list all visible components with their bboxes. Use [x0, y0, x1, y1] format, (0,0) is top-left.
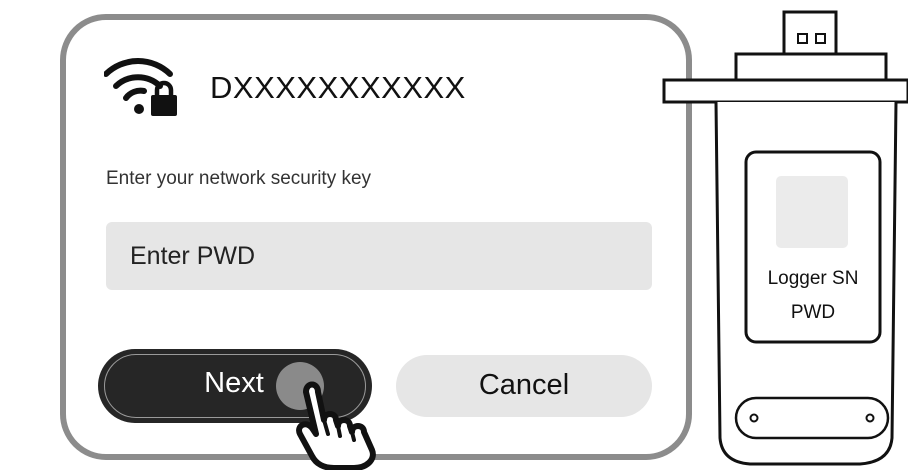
logger-pwd-label: PWD	[790, 302, 836, 323]
network-name: DXXXXXXXXXXX	[210, 70, 466, 105]
logger-dongle	[662, 10, 908, 466]
security-key-input[interactable]	[106, 222, 652, 290]
logger-sn-label: Logger SN	[767, 268, 859, 289]
security-key-prompt: Enter your network security key	[106, 168, 372, 189]
hand-pointer-icon	[296, 381, 376, 470]
cancel-button[interactable]: Cancel	[396, 355, 652, 417]
wifi-lock-icon	[104, 58, 177, 116]
cancel-button-label: Cancel	[478, 369, 570, 401]
